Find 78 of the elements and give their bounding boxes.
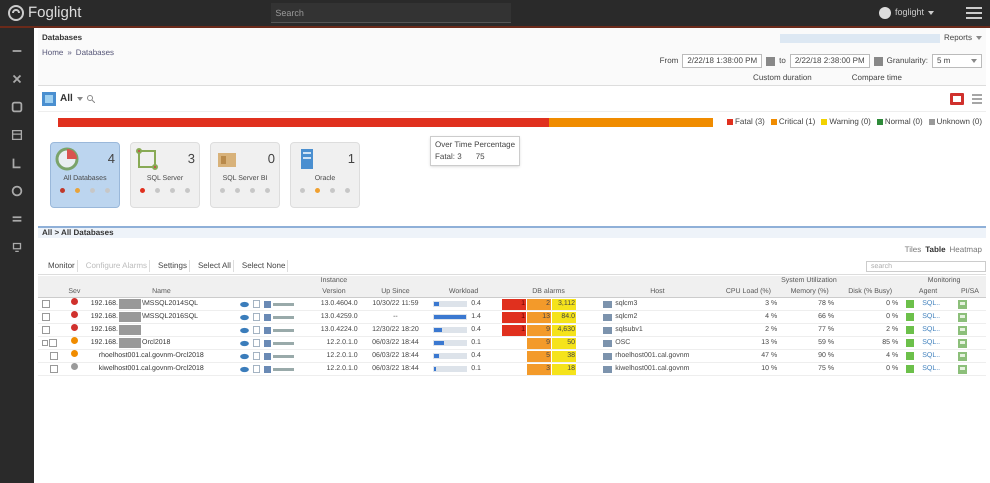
search-icon[interactable] bbox=[86, 94, 95, 102]
breadcrumb-link[interactable]: Home bbox=[42, 47, 64, 59]
db-type-icon bbox=[264, 300, 294, 308]
legend-label: Fatal (3) bbox=[735, 116, 765, 128]
caret-icon bbox=[971, 59, 977, 63]
from-field[interactable]: 2/22/18 1:38:00 PM bbox=[682, 54, 762, 68]
tile-count: 4 bbox=[108, 150, 115, 168]
menu-icon[interactable] bbox=[966, 7, 982, 19]
window-icon[interactable] bbox=[10, 128, 24, 142]
pisa-icon[interactable] bbox=[958, 300, 967, 308]
toolbar-button[interactable]: Select All bbox=[196, 260, 234, 272]
pisa-icon[interactable] bbox=[958, 312, 967, 322]
from-label: From bbox=[660, 55, 678, 67]
pisa-icon[interactable] bbox=[958, 364, 967, 374]
legend-label: Normal (0) bbox=[884, 116, 923, 128]
row-checkbox[interactable] bbox=[49, 339, 57, 347]
pie-icon bbox=[55, 147, 79, 171]
legend-label: Critical (1) bbox=[778, 116, 816, 128]
pisa-icon[interactable] bbox=[958, 326, 967, 334]
calendar-icon[interactable] bbox=[766, 56, 776, 66]
to-field[interactable]: 2/22/18 2:38:00 PM bbox=[790, 54, 870, 68]
db-type-icon bbox=[264, 352, 294, 360]
row-checkbox[interactable] bbox=[42, 326, 50, 334]
tile-count: 1 bbox=[348, 150, 355, 168]
user-icon bbox=[878, 7, 891, 19]
network-icon bbox=[135, 147, 159, 171]
db-type-icon bbox=[264, 326, 294, 334]
circle-icon[interactable] bbox=[10, 184, 24, 198]
toolbar-button[interactable]: Monitor bbox=[46, 260, 78, 272]
redaction-block bbox=[119, 299, 141, 309]
calendar-icon[interactable] bbox=[874, 56, 883, 66]
view-tab[interactable]: Table bbox=[925, 244, 946, 256]
view-tab[interactable]: Tiles bbox=[904, 244, 922, 256]
tooltip-percent: 75 bbox=[476, 151, 485, 163]
granularity-label: Granularity: bbox=[886, 55, 928, 67]
granularity-select[interactable]: 5 m bbox=[932, 54, 982, 68]
pisa-icon[interactable] bbox=[958, 352, 967, 360]
custom-duration-option[interactable]: Custom duration bbox=[753, 72, 812, 84]
alarm-icon[interactable] bbox=[950, 92, 964, 104]
to-label: to bbox=[779, 55, 786, 67]
tile-count: 0 bbox=[268, 150, 275, 168]
legend-label: Unknown (0) bbox=[936, 116, 982, 128]
expand-icon[interactable] bbox=[42, 340, 48, 346]
tools-icon[interactable] bbox=[10, 72, 24, 86]
caret-icon[interactable] bbox=[928, 11, 934, 15]
redaction-block bbox=[119, 312, 141, 322]
view-tab[interactable]: Heatmap bbox=[950, 244, 982, 256]
row-checkbox[interactable] bbox=[42, 300, 50, 308]
legend-label: Warning (0) bbox=[829, 116, 871, 128]
user-menu[interactable]: foglight bbox=[894, 6, 924, 20]
tooltip-value: Fatal: 3 bbox=[435, 151, 462, 163]
pisa-icon[interactable] bbox=[958, 338, 967, 348]
toolbar-button[interactable]: Select None bbox=[240, 260, 288, 272]
tooltip-title: Over Time Percentage bbox=[435, 139, 516, 151]
row-checkbox[interactable] bbox=[50, 365, 58, 373]
breadcrumb-separator: » bbox=[67, 47, 72, 59]
databases-icon bbox=[42, 92, 56, 106]
panel-title: All > All Databases bbox=[42, 227, 114, 239]
page-title: Databases bbox=[42, 32, 84, 44]
filter-field[interactable] bbox=[780, 34, 940, 42]
db-type-icon bbox=[264, 366, 294, 372]
db-type-icon bbox=[264, 314, 294, 320]
breadcrumb-link[interactable]: Databases bbox=[76, 47, 114, 59]
search-field[interactable]: Search bbox=[271, 3, 512, 23]
toolbar-button[interactable]: Settings bbox=[156, 260, 190, 272]
compare-time-option[interactable]: Compare time bbox=[852, 72, 902, 84]
row-checkbox[interactable] bbox=[50, 352, 58, 360]
monitor-icon[interactable] bbox=[10, 240, 24, 254]
reports-menu[interactable]: Reports bbox=[944, 32, 972, 44]
square-icon[interactable] bbox=[10, 100, 24, 114]
row-checkbox[interactable] bbox=[42, 313, 50, 321]
tile-count: 3 bbox=[188, 150, 195, 168]
redaction-block bbox=[119, 338, 141, 348]
logo-icon bbox=[8, 5, 24, 21]
db-type-icon bbox=[264, 340, 294, 346]
app-name: Foglight bbox=[28, 2, 82, 23]
redaction-block bbox=[119, 325, 141, 335]
filter-label[interactable]: All bbox=[60, 91, 73, 106]
